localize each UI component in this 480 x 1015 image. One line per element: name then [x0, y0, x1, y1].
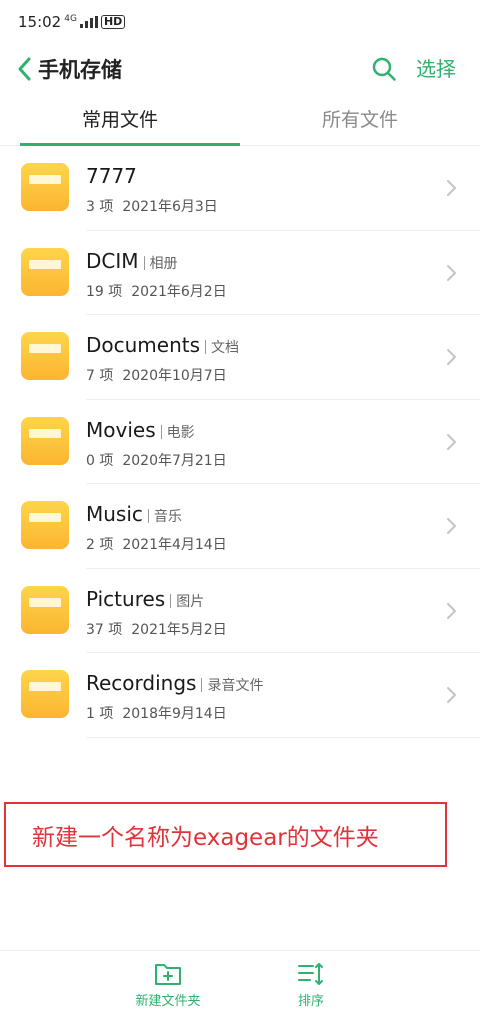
new-folder-button[interactable]: 新建文件夹 [118, 951, 218, 1015]
instruction-annotation: 新建一个名称为exagear的文件夹 [4, 802, 447, 867]
tab-bar: 常用文件 所有文件 [0, 96, 480, 146]
modified-date: 2020年10月7日 [122, 368, 227, 384]
item-count: 2 项 [86, 537, 114, 553]
status-bar: 15:02 4G HD [0, 0, 480, 44]
folder-icon [21, 247, 69, 296]
folder-icon [21, 163, 69, 211]
list-item[interactable]: Movies 电影 0 项 2020年7月21日 [0, 400, 480, 485]
item-count: 0 项 [86, 452, 114, 469]
chevron-right-icon [447, 180, 456, 196]
folder-alias: 相册 [149, 255, 178, 272]
chevron-right-icon [447, 264, 456, 281]
item-count: 19 项 [86, 283, 123, 300]
folder-name: DCIM [86, 248, 139, 273]
modified-date: 2021年4月14日 [122, 537, 227, 553]
chevron-right-icon [447, 602, 456, 619]
item-count: 1 项 [86, 706, 114, 722]
sort-button[interactable]: 排序 [271, 951, 351, 1015]
folder-icon [21, 501, 69, 549]
chevron-right-icon [447, 518, 456, 534]
item-count: 7 项 [86, 368, 114, 384]
list-item[interactable]: Recordings 录音文件 1 项 2018年9月14日 [0, 653, 480, 738]
folder-alias: 音乐 [153, 509, 182, 525]
sort-label: 排序 [297, 994, 324, 1009]
list-item[interactable]: DCIM 相册 19 项 2021年6月2日 [0, 231, 480, 316]
search-button[interactable] [364, 49, 404, 89]
tab-all-files[interactable]: 所有文件 [240, 96, 480, 145]
modified-date: 2018年9月14日 [122, 706, 227, 722]
folder-icon [21, 585, 69, 634]
chevron-left-icon [18, 57, 31, 81]
folder-name: Documents [86, 333, 201, 357]
back-button[interactable] [6, 44, 42, 94]
modified-date: 2021年6月2日 [131, 283, 227, 300]
page-title: 手机存储 [38, 58, 122, 82]
folder-alias: 录音文件 [207, 678, 264, 694]
list-item[interactable]: Documents 文档 7 项 2020年10月7日 [0, 315, 480, 400]
new-folder-label: 新建文件夹 [135, 994, 201, 1009]
hd-badge: HD [100, 15, 126, 29]
chevron-right-icon [447, 349, 456, 365]
folder-name: Movies [86, 417, 156, 442]
folder-alias: 文档 [211, 340, 240, 356]
tab-common-files[interactable]: 常用文件 [0, 96, 240, 146]
folder-list: 7777 3 项 2021年6月3日 DCIM 相册 19 项 2021年6月2日 D… [0, 146, 480, 738]
folder-name: Music [86, 502, 143, 526]
list-item[interactable]: Music 音乐 2 项 2021年4月14日 [0, 484, 480, 569]
bottom-toolbar: 新建文件夹 排序 [0, 950, 480, 1015]
item-count: 37 项 [86, 621, 123, 638]
network-type: 4G [64, 14, 77, 24]
title-bar: 手机存储 选择 [0, 44, 480, 94]
folder-name: 7777 [86, 164, 137, 188]
modified-date: 2020年7月21日 [122, 452, 227, 469]
folder-icon [21, 670, 69, 718]
folder-alias: 电影 [166, 424, 195, 441]
list-item[interactable]: Pictures 图片 37 项 2021年5月2日 [0, 569, 480, 654]
folder-name: Recordings [86, 671, 197, 695]
folder-alias: 图片 [176, 593, 205, 610]
folder-name: Pictures [86, 586, 166, 611]
modified-date: 2021年5月2日 [131, 621, 227, 638]
modified-date: 2021年6月3日 [122, 199, 218, 215]
folder-plus-icon [155, 964, 181, 985]
folder-icon [21, 416, 69, 465]
search-icon [372, 57, 396, 81]
sort-icon [298, 963, 323, 985]
signal-icon [79, 16, 98, 28]
list-item[interactable]: 7777 3 项 2021年6月3日 [0, 146, 480, 231]
item-count: 3 项 [86, 199, 114, 215]
folder-icon [21, 332, 69, 380]
select-button[interactable]: 选择 [416, 44, 456, 94]
chevron-right-icon [447, 687, 456, 703]
status-time: 15:02 [18, 13, 62, 31]
chevron-right-icon [447, 433, 456, 450]
